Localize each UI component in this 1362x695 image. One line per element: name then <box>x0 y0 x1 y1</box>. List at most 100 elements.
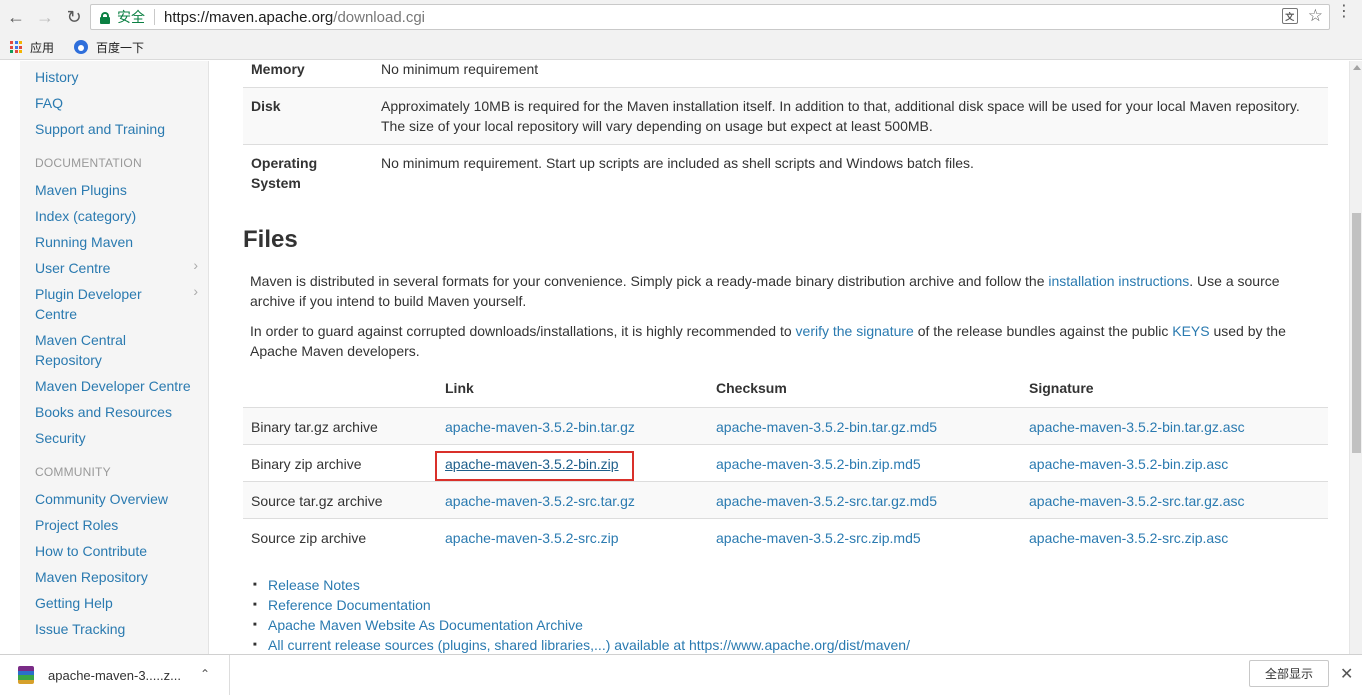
url-host: https://maven.apache.org <box>164 8 334 26</box>
archive-type: Source zip archive <box>251 530 367 546</box>
bookmarks-bar: 应用 百度一下 <box>0 35 1362 60</box>
baidu-paw-icon <box>74 40 89 54</box>
reference-documentation-link[interactable]: Reference Documentation <box>253 595 910 615</box>
show-all-downloads-button[interactable]: 全部显示 <box>1249 660 1329 687</box>
keys-link[interactable]: KEYS <box>1172 323 1209 339</box>
sidebar-link-getting-help[interactable]: Getting Help <box>35 593 205 613</box>
table-row: Binary zip archive apache-maven-3.5.2-bi… <box>243 444 1328 481</box>
url-path: /download.cgi <box>333 8 426 26</box>
download-link[interactable]: apache-maven-3.5.2-src.tar.gz <box>445 492 635 510</box>
sidebar-link-issue-tracking[interactable]: Issue Tracking <box>35 619 205 639</box>
download-item[interactable]: apache-maven-3.....z... ⌃ <box>0 655 230 695</box>
sidebar-link-maven-developer-centre[interactable]: Maven Developer Centre <box>35 376 205 396</box>
bookmark-apps[interactable]: 应用 <box>10 39 54 56</box>
resource-links-list: Release Notes Reference Documentation Ap… <box>253 575 910 654</box>
chevron-up-icon[interactable]: ⌃ <box>200 667 210 681</box>
requirement-value: No minimum requirement <box>381 61 539 77</box>
table-row: Source tar.gz archive apache-maven-3.5.2… <box>243 481 1328 518</box>
documentation-archive-link[interactable]: Apache Maven Website As Documentation Ar… <box>253 615 910 635</box>
page-viewport: History FAQ Support and Training DOCUMEN… <box>0 61 1349 654</box>
verify-signature-link[interactable]: verify the signature <box>796 323 914 339</box>
checksum-link[interactable]: apache-maven-3.5.2-src.zip.md5 <box>716 529 921 547</box>
requirement-row-disk: Disk Approximately 10MB is required for … <box>243 88 1328 145</box>
lock-icon <box>100 11 110 24</box>
sidebar-link-security[interactable]: Security <box>35 428 205 448</box>
sidebar-link-how-to-contribute[interactable]: How to Contribute <box>35 541 205 561</box>
sidebar-header-documentation: DOCUMENTATION <box>35 156 142 170</box>
requirement-row-memory: Memory No minimum requirement <box>243 61 1328 88</box>
sidebar-link-user-centre[interactable]: User Centre <box>35 258 205 278</box>
bookmark-star-icon[interactable]: ☆ <box>1308 7 1323 24</box>
back-arrow-icon[interactable]: ← <box>3 5 29 31</box>
browser-toolbar: ← → ↻ 安全 https://maven.apache.org/downlo… <box>0 0 1362 35</box>
sidebar-nav: History FAQ Support and Training DOCUMEN… <box>20 61 209 654</box>
signature-link[interactable]: apache-maven-3.5.2-src.zip.asc <box>1029 529 1228 547</box>
signature-link[interactable]: apache-maven-3.5.2-bin.zip.asc <box>1029 455 1228 473</box>
installation-instructions-link[interactable]: installation instructions <box>1048 273 1189 289</box>
vertical-scrollbar[interactable] <box>1349 61 1362 654</box>
sidebar-link-history[interactable]: History <box>35 67 205 87</box>
checksum-link[interactable]: apache-maven-3.5.2-bin.tar.gz.md5 <box>716 418 937 436</box>
download-file-name: apache-maven-3.....z... <box>48 667 181 683</box>
secure-label: 安全 <box>117 9 145 25</box>
files-verify-paragraph: In order to guard against corrupted down… <box>250 321 1320 361</box>
requirement-value: Approximately 10MB is required for the M… <box>381 98 1300 134</box>
close-icon[interactable]: ✕ <box>1340 664 1353 684</box>
scroll-up-arrow-icon[interactable] <box>1353 65 1361 70</box>
download-link-bin-zip[interactable]: apache-maven-3.5.2-bin.zip <box>445 455 619 473</box>
files-intro-text: Maven is distributed in several formats … <box>250 273 1049 289</box>
bookmark-apps-label: 应用 <box>30 40 55 55</box>
table-row: Binary tar.gz archive apache-maven-3.5.2… <box>243 407 1328 444</box>
download-link[interactable]: apache-maven-3.5.2-src.zip <box>445 529 619 547</box>
column-header-link: Link <box>445 380 474 396</box>
translate-icon[interactable]: 文 <box>1281 8 1298 24</box>
archive-type: Binary tar.gz archive <box>251 419 378 435</box>
release-notes-link[interactable]: Release Notes <box>253 575 910 595</box>
bookmark-baidu-label: 百度一下 <box>96 40 145 55</box>
sidebar-link-faq[interactable]: FAQ <box>35 93 205 113</box>
requirement-key: Disk <box>251 98 281 114</box>
release-sources-link[interactable]: All current release sources (plugins, sh… <box>253 635 910 654</box>
download-shelf: apache-maven-3.....z... ⌃ 全部显示 ✕ <box>0 654 1362 695</box>
browser-menu-icon[interactable]: ⋮ <box>1336 4 1352 20</box>
sidebar-link-maven-central-repository[interactable]: Maven Central Repository <box>35 330 155 370</box>
sidebar-link-maven-plugins[interactable]: Maven Plugins <box>35 180 205 200</box>
checksum-link[interactable]: apache-maven-3.5.2-src.tar.gz.md5 <box>716 492 937 510</box>
forward-arrow-icon[interactable]: → <box>32 5 58 31</box>
signature-link[interactable]: apache-maven-3.5.2-bin.tar.gz.asc <box>1029 418 1245 436</box>
download-link[interactable]: apache-maven-3.5.2-bin.tar.gz <box>445 418 635 436</box>
files-intro-paragraph: Maven is distributed in several formats … <box>250 271 1320 311</box>
bookmark-baidu[interactable]: 百度一下 <box>74 39 144 56</box>
chevron-right-icon[interactable]: › <box>193 283 198 299</box>
rar-archive-icon <box>18 666 34 684</box>
sidebar-link-running-maven[interactable]: Running Maven <box>35 232 205 252</box>
column-header-checksum: Checksum <box>716 380 787 396</box>
files-verify-text: of the release bundles against the publi… <box>913 323 1173 339</box>
scrollbar-thumb[interactable] <box>1352 213 1361 453</box>
sidebar-link-community-overview[interactable]: Community Overview <box>35 489 205 509</box>
address-bar[interactable]: 安全 https://maven.apache.org/download.cgi… <box>90 4 1330 30</box>
omnibox-separator <box>154 9 155 25</box>
files-verify-text: In order to guard against corrupted down… <box>250 323 796 339</box>
requirement-value: No minimum requirement. Start up scripts… <box>381 155 974 171</box>
apps-grid-icon <box>10 41 22 53</box>
sidebar-link-maven-repository[interactable]: Maven Repository <box>35 567 205 587</box>
archive-type: Binary zip archive <box>251 456 362 472</box>
reload-icon[interactable]: ↻ <box>61 5 87 31</box>
sidebar-link-support[interactable]: Support and Training <box>35 119 205 139</box>
sidebar-link-books-resources[interactable]: Books and Resources <box>35 402 205 422</box>
sidebar-link-plugin-developer-centre[interactable]: Plugin Developer Centre <box>35 284 175 324</box>
checksum-link[interactable]: apache-maven-3.5.2-bin.zip.md5 <box>716 455 921 473</box>
archive-type: Source tar.gz archive <box>251 493 383 509</box>
column-header-signature: Signature <box>1029 380 1094 396</box>
files-heading: Files <box>243 226 298 253</box>
sidebar-header-community: COMMUNITY <box>35 465 111 479</box>
signature-link[interactable]: apache-maven-3.5.2-src.tar.gz.asc <box>1029 492 1245 510</box>
chevron-right-icon[interactable]: › <box>193 257 198 273</box>
requirement-row-os: Operating System No minimum requirement.… <box>243 145 1328 203</box>
requirement-key: Operating System <box>251 155 318 191</box>
sidebar-link-project-roles[interactable]: Project Roles <box>35 515 205 535</box>
table-row: Source zip archive apache-maven-3.5.2-sr… <box>243 518 1328 555</box>
requirement-key: Memory <box>251 61 305 77</box>
sidebar-link-index-category[interactable]: Index (category) <box>35 206 205 226</box>
